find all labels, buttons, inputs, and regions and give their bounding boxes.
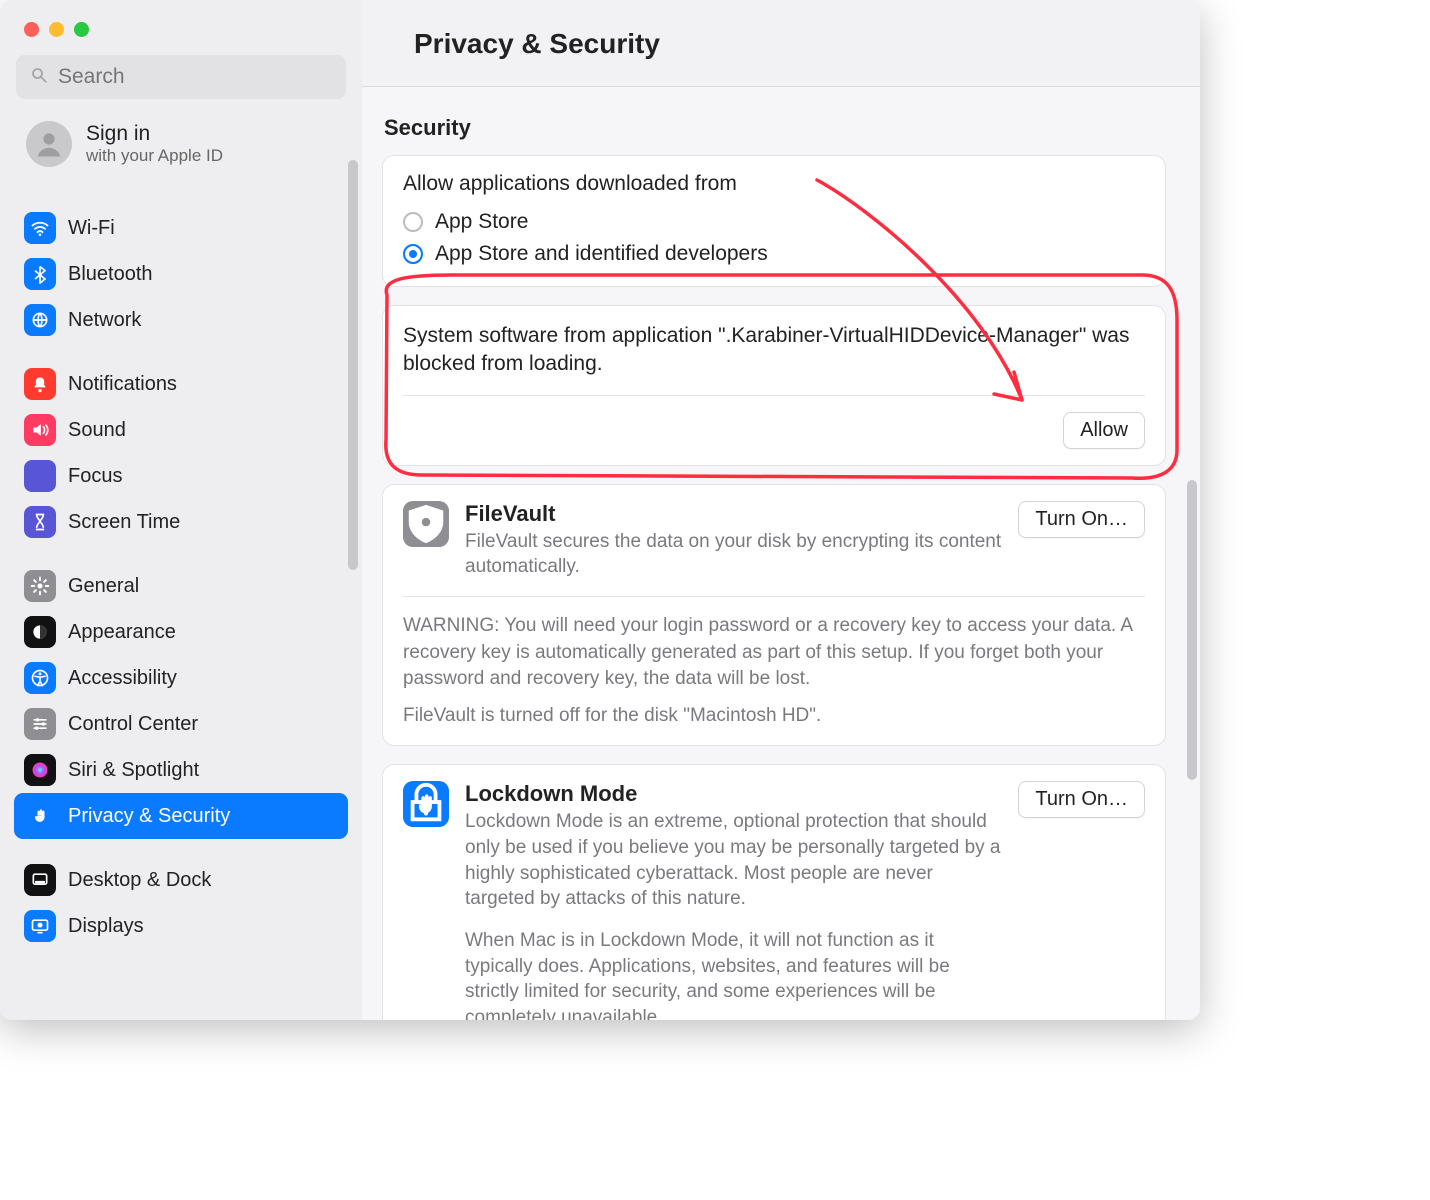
speaker-icon [24, 414, 56, 446]
content: Security Allow applications downloaded f… [362, 87, 1200, 1020]
search-field[interactable] [16, 55, 346, 99]
siri-icon [24, 754, 56, 786]
radio-icon [403, 212, 423, 232]
sidebar-item-label: Privacy & Security [68, 805, 230, 828]
lockdown-turn-on-button[interactable]: Turn On… [1018, 781, 1145, 818]
allow-apps-card: Allow applications downloaded from App S… [382, 155, 1166, 287]
avatar-icon [26, 121, 72, 167]
sidebar-item-label: Displays [68, 915, 144, 938]
lockdown-desc-2: When Mac is in Lockdown Mode, it will no… [465, 928, 1002, 1020]
allow-button[interactable]: Allow [1063, 412, 1145, 449]
search-input[interactable] [58, 65, 332, 89]
sidebar-item-accessibility[interactable]: Accessibility [14, 655, 348, 701]
sidebar-item-label: Network [68, 309, 141, 332]
minimize-icon[interactable] [49, 22, 64, 37]
radio-label: App Store and identified developers [435, 242, 768, 266]
hand-icon [24, 800, 56, 832]
sidebar-item-notifications[interactable]: Notifications [14, 361, 348, 407]
lockdown-desc: Lockdown Mode is an extreme, optional pr… [465, 809, 1002, 912]
filevault-warning: WARNING: You will need your login passwo… [403, 613, 1145, 693]
hourglass-icon [24, 506, 56, 538]
filevault-icon [403, 501, 449, 547]
display-icon [24, 910, 56, 942]
zoom-icon[interactable] [74, 22, 89, 37]
bluetooth-icon [24, 258, 56, 290]
sidebar-item-network[interactable]: Network [14, 297, 348, 343]
sidebar-item-label: Notifications [68, 373, 177, 396]
sidebar-item-label: Wi-Fi [68, 217, 115, 240]
moon-icon [24, 460, 56, 492]
sidebar-item-label: Desktop & Dock [68, 869, 211, 892]
radio-label: App Store [435, 210, 528, 234]
sidebar-item-control-center[interactable]: Control Center [14, 701, 348, 747]
sidebar-item-bluetooth[interactable]: Bluetooth [14, 251, 348, 297]
blocked-software-card: System software from application ".Karab… [382, 305, 1166, 466]
sign-in-title: Sign in [86, 122, 223, 146]
sidebar-item-sound[interactable]: Sound [14, 407, 348, 453]
lockdown-title: Lockdown Mode [465, 781, 1002, 807]
filevault-status: FileVault is turned off for the disk "Ma… [403, 703, 1145, 730]
sidebar-item-label: Accessibility [68, 667, 177, 690]
sidebar-item-label: Screen Time [68, 511, 180, 534]
filevault-title: FileVault [465, 501, 1002, 527]
sidebar-item-label: General [68, 575, 139, 598]
lockdown-icon [403, 781, 449, 827]
allow-apps-label: Allow applications downloaded from [403, 172, 1145, 196]
sidebar-item-desktop-dock[interactable]: Desktop & Dock [14, 857, 348, 903]
sidebar-item-label: Control Center [68, 713, 198, 736]
appearance-icon [24, 616, 56, 648]
sidebar-scrollbar[interactable] [348, 160, 358, 570]
sign-in-subtitle: with your Apple ID [86, 146, 223, 166]
radio-icon [403, 244, 423, 264]
close-icon[interactable] [24, 22, 39, 37]
accessibility-icon [24, 662, 56, 694]
blocked-message: System software from application ".Karab… [403, 322, 1145, 379]
sidebar-item-focus[interactable]: Focus [14, 453, 348, 499]
main-pane: Privacy & Security Security Allow applic… [362, 0, 1200, 1020]
gear-icon [24, 570, 56, 602]
sidebar-item-siri-spotlight[interactable]: Siri & Spotlight [14, 747, 348, 793]
window-controls [0, 0, 362, 37]
filevault-card: FileVault FileVault secures the data on … [382, 484, 1166, 747]
sidebar-item-appearance[interactable]: Appearance [14, 609, 348, 655]
sidebar-item-displays[interactable]: Displays [14, 903, 348, 949]
lockdown-card: Lockdown Mode Lockdown Mode is an extrem… [382, 764, 1166, 1020]
main-scrollbar[interactable] [1187, 480, 1197, 780]
sidebar-item-label: Appearance [68, 621, 176, 644]
system-settings-window: Sign in with your Apple ID Wi-Fi Bluetoot… [0, 0, 1200, 1020]
sign-in-row[interactable]: Sign in with your Apple ID [0, 107, 362, 187]
wifi-icon [24, 212, 56, 244]
sidebar-item-general[interactable]: General [14, 563, 348, 609]
sidebar-item-label: Sound [68, 419, 126, 442]
allow-apps-radio-1[interactable]: App Store and identified developers [403, 238, 1145, 270]
search-icon [30, 66, 48, 89]
sidebar-item-screen-time[interactable]: Screen Time [14, 499, 348, 545]
filevault-desc: FileVault secures the data on your disk … [465, 529, 1002, 580]
sidebar-item-label: Siri & Spotlight [68, 759, 199, 782]
filevault-turn-on-button[interactable]: Turn On… [1018, 501, 1145, 538]
page-title: Privacy & Security [362, 0, 1200, 87]
sidebar-nav: Wi-Fi Bluetooth Network Notifications Sound F… [0, 187, 362, 959]
sliders-icon [24, 708, 56, 740]
sidebar: Sign in with your Apple ID Wi-Fi Bluetoot… [0, 0, 362, 1020]
sidebar-item-wi-fi[interactable]: Wi-Fi [14, 205, 348, 251]
bell-icon [24, 368, 56, 400]
sidebar-item-label: Focus [68, 465, 122, 488]
globe-icon [24, 304, 56, 336]
allow-apps-radio-0[interactable]: App Store [403, 206, 1145, 238]
sidebar-item-privacy-security[interactable]: Privacy & Security [14, 793, 348, 839]
security-heading: Security [382, 115, 1166, 155]
dock-icon [24, 864, 56, 896]
sidebar-item-label: Bluetooth [68, 263, 153, 286]
